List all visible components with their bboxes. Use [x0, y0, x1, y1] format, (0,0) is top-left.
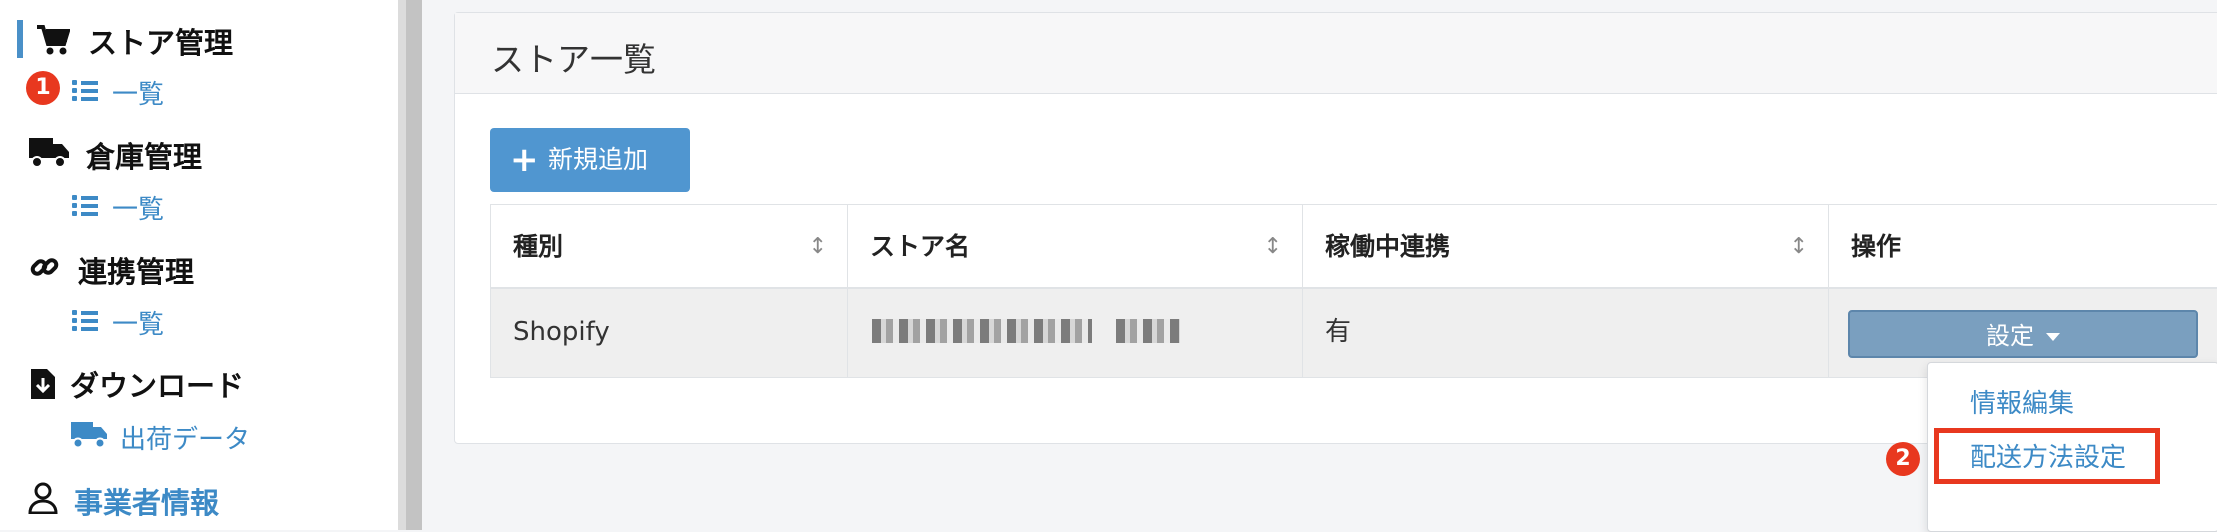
shipping-truck-icon	[71, 422, 107, 449]
card-header: ストア一覧	[455, 13, 2217, 94]
sidebar-link-shipping-data[interactable]: 出荷データ	[120, 419, 250, 456]
active-indicator	[17, 20, 23, 58]
sort-icon: ↕	[1789, 234, 1808, 259]
settings-dropdown-button[interactable]: 設定	[1848, 310, 2198, 358]
step-badge-2: 2	[1886, 442, 1920, 476]
cell-store-name	[847, 288, 1303, 378]
sort-icon: ↕	[1263, 234, 1282, 259]
cell-active-integration: 有	[1302, 288, 1829, 378]
plus-icon: +	[510, 140, 539, 180]
column-header-actions: 操作	[1828, 204, 2217, 288]
cart-icon	[37, 25, 70, 55]
sidebar-group-download[interactable]: ダウンロード	[70, 363, 244, 405]
sidebar-scrollbar[interactable]	[406, 0, 422, 530]
link-icon	[30, 258, 59, 276]
sidebar-link-store-list[interactable]: 一覧	[112, 74, 164, 111]
step-badge-1: 1	[26, 71, 60, 105]
caret-down-icon	[2046, 333, 2060, 341]
column-header-type[interactable]: 種別 ↕	[490, 204, 848, 288]
sidebar-group-integration[interactable]: 連携管理	[78, 249, 194, 291]
list-icon	[72, 80, 98, 102]
menu-item-edit-info[interactable]: 情報編集	[1970, 383, 2074, 420]
list-icon	[72, 310, 98, 332]
download-file-icon	[31, 369, 55, 399]
redacted-store-name	[872, 319, 1092, 343]
page-title: ストア一覧	[491, 40, 656, 79]
add-new-button[interactable]: + 新規追加	[490, 128, 690, 192]
sidebar-group-business-info[interactable]: 事業者情報	[74, 480, 219, 522]
highlight-box	[1934, 428, 2160, 484]
sort-icon: ↕	[808, 234, 827, 259]
sidebar-group-warehouse[interactable]: 倉庫管理	[86, 134, 202, 176]
sidebar-group-store[interactable]: ストア管理	[88, 20, 233, 62]
sidebar: ストア管理 1 一覧 倉庫管理 一覧 連携管理 一覧 ダウンロード 出荷データ	[0, 0, 398, 530]
list-icon	[72, 195, 98, 217]
add-new-label: 新規追加	[548, 145, 649, 174]
cell-type: Shopify	[490, 288, 848, 378]
column-header-active-integration[interactable]: 稼働中連携 ↕	[1302, 204, 1829, 288]
sidebar-link-warehouse-list[interactable]: 一覧	[112, 189, 164, 226]
sidebar-divider	[398, 0, 406, 530]
column-header-store-name[interactable]: ストア名 ↕	[847, 204, 1303, 288]
user-icon	[28, 482, 58, 514]
redacted-store-name	[1116, 319, 1180, 343]
truck-icon	[29, 138, 69, 168]
sidebar-link-integration-list[interactable]: 一覧	[112, 304, 164, 341]
